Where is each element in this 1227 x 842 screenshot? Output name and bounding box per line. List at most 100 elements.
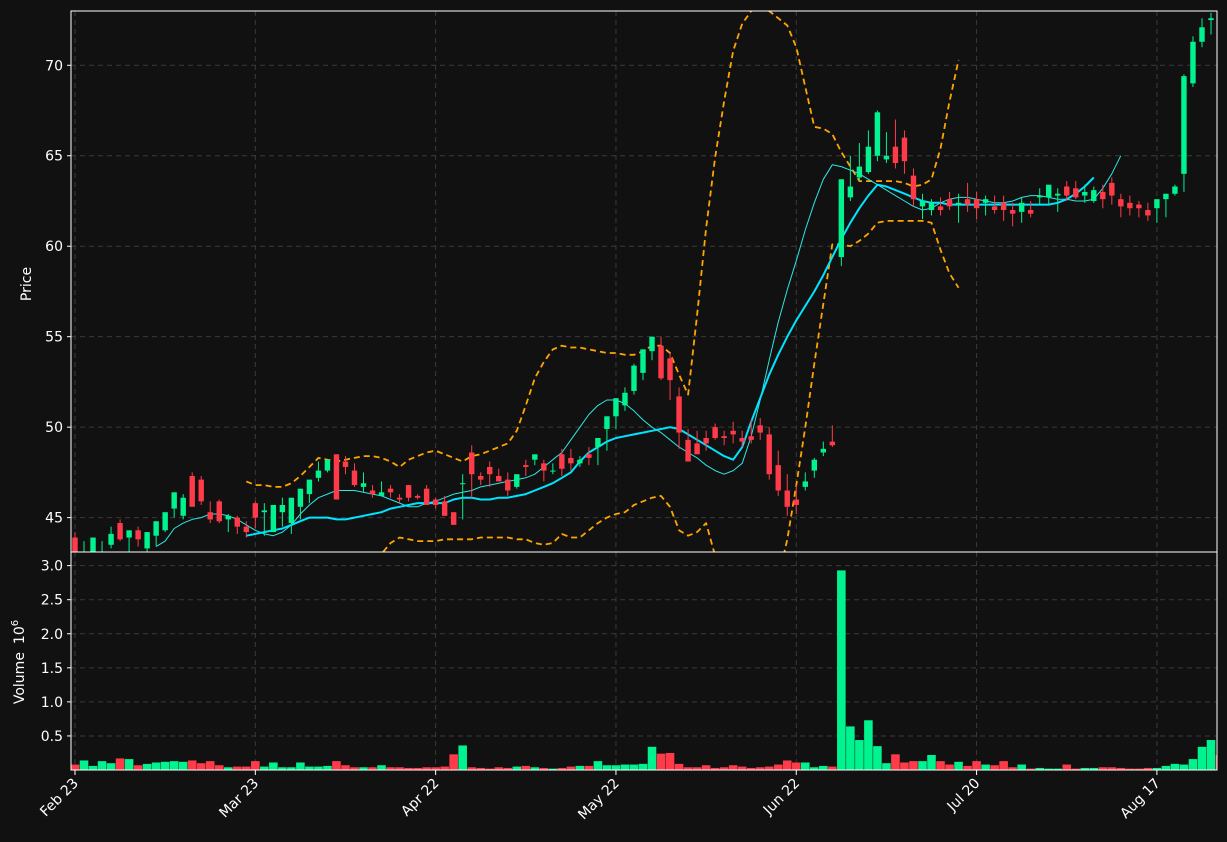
- candle-body: [550, 470, 556, 472]
- candle-body: [676, 396, 682, 433]
- candle-body: [414, 495, 421, 498]
- candle-body: [1154, 199, 1160, 209]
- candle-body: [108, 533, 114, 545]
- candle-body: [1136, 204, 1142, 209]
- candle-body: [514, 474, 520, 487]
- volume-bar: [764, 766, 774, 770]
- volume-bar: [665, 752, 675, 770]
- volume-label-text: Volume: [12, 652, 28, 704]
- volume-bar: [602, 765, 612, 770]
- volume-tick-label: 3.0: [41, 559, 63, 575]
- volume-bar: [314, 766, 323, 770]
- volume-tick-label: 1.0: [41, 695, 63, 711]
- volume-bar: [88, 765, 98, 770]
- volume-bar: [106, 763, 116, 770]
- volume-tick-label: 2.5: [41, 593, 63, 609]
- candle-body: [712, 427, 718, 439]
- candle-body: [532, 454, 538, 460]
- candle-body: [225, 515, 231, 520]
- candle-body: [252, 503, 259, 518]
- candle-body: [730, 430, 736, 435]
- volume-bar: [963, 765, 972, 770]
- volume-bar: [512, 766, 522, 770]
- candle-body: [847, 186, 854, 198]
- volume-bar: [1062, 764, 1072, 770]
- volume-unit-base: 10: [12, 626, 28, 644]
- candle-body: [144, 532, 150, 549]
- candle-body: [802, 481, 808, 487]
- volume-bar: [737, 766, 747, 770]
- volume-bar: [801, 762, 810, 770]
- candle-body: [559, 454, 565, 469]
- candle-body: [1046, 184, 1052, 198]
- candle-body: [1208, 18, 1214, 21]
- candle-body: [613, 398, 619, 417]
- candle-body: [883, 155, 890, 160]
- volume-bar: [593, 761, 603, 770]
- candle-body: [234, 517, 240, 527]
- volume-bar: [773, 764, 783, 770]
- candle-body: [351, 470, 358, 486]
- candle-body: [171, 492, 177, 509]
- chart-background: [0, 0, 1227, 842]
- volume-y-axis-label: Volume 106: [10, 620, 28, 704]
- volume-bar: [1170, 763, 1180, 770]
- candle-body: [1127, 202, 1133, 209]
- candle-body: [721, 436, 727, 439]
- volume-bar: [629, 764, 639, 770]
- volume-bar: [954, 761, 963, 770]
- volume-bar: [133, 765, 143, 770]
- candle-body: [342, 461, 349, 467]
- volume-bar: [927, 755, 936, 770]
- volume-bar: [701, 765, 711, 770]
- candle-body: [604, 416, 610, 429]
- candle-body: [595, 438, 601, 448]
- price-y-axis-label: Price: [19, 267, 35, 301]
- candle-body: [631, 365, 637, 391]
- candle-body: [910, 175, 917, 200]
- volume-bar: [566, 766, 576, 770]
- price-tick-label: 50: [45, 420, 63, 436]
- volume-bar: [611, 765, 621, 770]
- candle-body: [126, 530, 132, 538]
- volume-bar: [440, 766, 449, 770]
- volume-bar: [918, 761, 927, 770]
- candle-body: [261, 510, 268, 513]
- volume-bar: [855, 740, 864, 770]
- volume-bar: [638, 763, 648, 770]
- candle-body: [387, 488, 394, 493]
- volume-bar: [269, 762, 278, 770]
- candle-body: [396, 497, 403, 500]
- volume-bar: [79, 760, 89, 770]
- candle-body: [1055, 193, 1061, 196]
- volume-bar: [1179, 764, 1189, 770]
- candle-body: [694, 443, 700, 455]
- volume-bar: [214, 765, 224, 770]
- volume-bar: [990, 765, 999, 770]
- candle-body: [955, 202, 962, 205]
- candle-body: [1118, 199, 1124, 207]
- volume-bar: [1197, 746, 1207, 770]
- volume-bar: [233, 766, 242, 770]
- candle-body: [523, 465, 529, 467]
- candle-body: [1082, 191, 1088, 196]
- candle-body: [1181, 76, 1187, 174]
- volume-bar: [196, 763, 206, 770]
- candle-body: [1109, 182, 1115, 196]
- candle-body: [1036, 195, 1043, 198]
- candle-body: [153, 521, 159, 536]
- candle-body: [505, 479, 511, 491]
- volume-bar: [674, 763, 684, 770]
- candle-body: [748, 436, 754, 440]
- volume-bar: [728, 765, 738, 770]
- candle-body: [198, 479, 204, 502]
- volume-bar: [251, 761, 260, 770]
- candle-body: [1027, 210, 1034, 214]
- candle-body: [1163, 193, 1169, 200]
- candle-body: [279, 504, 286, 513]
- candle-body: [297, 488, 304, 507]
- candle-body: [162, 512, 168, 531]
- volume-bar: [178, 761, 188, 770]
- candle-body: [1091, 190, 1097, 201]
- candle-body: [658, 345, 664, 379]
